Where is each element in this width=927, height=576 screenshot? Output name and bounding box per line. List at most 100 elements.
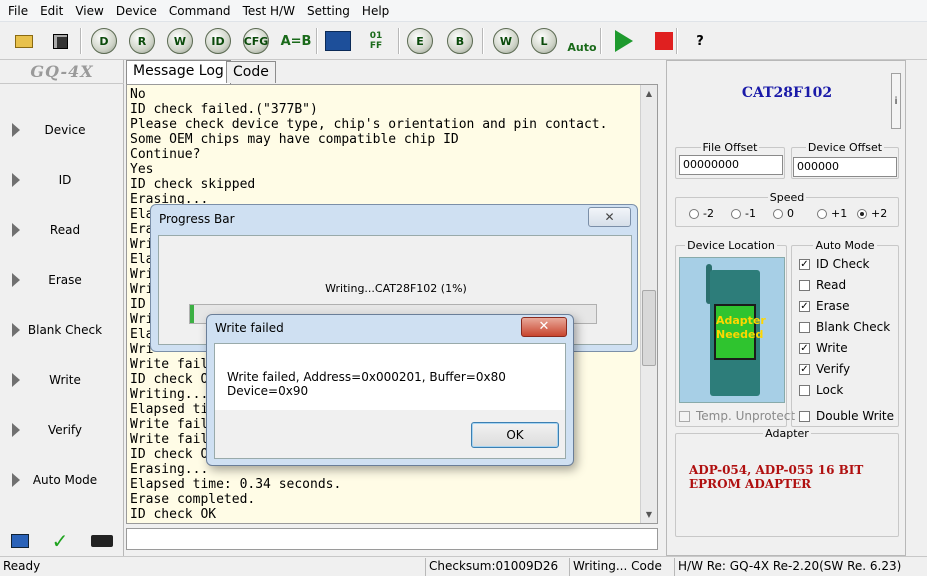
chip-name: CAT28F102 <box>741 85 833 101</box>
menu-view[interactable]: View <box>69 0 109 22</box>
left-item-id[interactable]: ID <box>0 160 124 200</box>
log-line: Please check device type, chip's orienta… <box>130 117 608 132</box>
adapter-badge: Adapter Needed <box>714 304 766 360</box>
speed-radio[interactable]: -1 <box>731 207 756 220</box>
progress-close-button[interactable]: ✕ <box>588 207 631 227</box>
auto-mode-checkbox[interactable]: ✓ ID Check <box>799 257 870 271</box>
menu-file[interactable]: File <box>2 0 34 22</box>
erase-icon[interactable]: E <box>404 26 436 56</box>
checkmark-icon: ✓ <box>51 529 69 553</box>
id-icon[interactable]: ID <box>202 26 234 56</box>
speed-radio[interactable]: +1 <box>817 207 847 220</box>
auto-mode-label: Lock <box>816 383 844 397</box>
left-item-write[interactable]: Write <box>0 360 124 400</box>
open-icon[interactable] <box>8 26 40 56</box>
left-panel: GQ-4X Device ID Read Erase Blank Check Write V… <box>0 60 124 556</box>
save-icon[interactable] <box>44 26 76 56</box>
log-line: ID check failed.("377B") <box>130 102 318 117</box>
write-failed-close-button[interactable]: ✕ <box>521 317 567 337</box>
run-icon[interactable] <box>608 26 640 56</box>
scroll-down-icon[interactable]: ▼ <box>641 506 657 523</box>
auto-mode-checkbox[interactable]: Blank Check <box>799 320 890 334</box>
left-item-verify[interactable]: Verify <box>0 410 124 450</box>
arrow-right-icon <box>12 473 20 487</box>
adapter-text-line2: EPROM ADAPTER <box>689 477 812 491</box>
info-button[interactable]: i <box>891 73 901 129</box>
auto-mode-checkbox[interactable]: Read <box>799 278 846 292</box>
close-icon: ✕ <box>604 210 615 224</box>
message-area: Write failed, Address=0x000201, Buffer=0… <box>215 344 565 410</box>
ab-icon[interactable]: A=B <box>280 26 312 56</box>
double-write-checkbox[interactable]: Double Write <box>799 409 894 423</box>
left-item-label: Auto Mode <box>32 473 98 487</box>
left-item-label: Device <box>44 123 86 137</box>
checkmark-icon: ✓ <box>799 363 810 375</box>
auto-mode-checkbox[interactable]: ✓ Write <box>799 341 848 355</box>
chip-icon <box>90 535 113 547</box>
auto-mode-label: Erase <box>816 299 850 313</box>
scroll-thumb[interactable] <box>642 290 656 366</box>
speed-radio[interactable]: +2 <box>857 207 887 220</box>
device-location-label: Device Location <box>687 239 775 252</box>
arrow-right-icon <box>12 373 20 387</box>
left-item-label: Write <box>49 373 81 387</box>
left-item-device[interactable]: Device <box>0 110 124 150</box>
device-offset-input[interactable]: 000000 <box>793 157 897 177</box>
log-scrollbar[interactable]: ▲ ▼ <box>640 85 657 523</box>
file-offset-input[interactable]: 00000000 <box>679 155 783 175</box>
log-line: ID check OK <box>130 507 217 522</box>
file-offset-label: File Offset <box>702 141 758 154</box>
write-failed-message: Write failed, Address=0x000201, Buffer=0… <box>227 370 506 398</box>
read-icon[interactable]: R <box>126 26 158 56</box>
tab-message-log[interactable]: Message Log <box>126 60 231 84</box>
toolbar-separator <box>80 28 82 54</box>
checkmark-icon: ✓ <box>799 342 810 354</box>
auto-mode-label: Read <box>816 278 847 292</box>
buffer-icon[interactable]: B <box>444 26 476 56</box>
speed-option-label: +2 <box>871 207 888 220</box>
auto-mode-checkbox[interactable]: ✓ Verify <box>799 362 850 376</box>
arrow-right-icon <box>12 123 20 137</box>
temp-unprotect-checkbox[interactable]: Temp. Unprotect <box>679 409 795 423</box>
speed-radio[interactable]: 0 <box>773 207 794 220</box>
device-location-image: Adapter Needed <box>679 257 785 403</box>
menu-test-h-w[interactable]: Test H/W <box>237 0 301 22</box>
calculator-icon[interactable] <box>322 26 354 56</box>
left-item-read[interactable]: Read <box>0 210 124 250</box>
radio-circle <box>773 208 783 219</box>
status-checksum: Checksum:01009D26 <box>425 558 567 576</box>
checkbox-empty <box>799 279 810 291</box>
menu-edit[interactable]: Edit <box>34 0 69 22</box>
tab-code[interactable]: Code <box>226 61 276 83</box>
device-offset-label: Device Offset <box>807 141 883 154</box>
ok-button[interactable]: OK <box>471 422 559 448</box>
left-item-auto-mode[interactable]: Auto Mode <box>0 460 124 500</box>
temp-unprotect-label: Temp. Unprotect <box>696 409 796 423</box>
menu-help[interactable]: Help <box>356 0 395 22</box>
status-bar: Ready Checksum:01009D26 Writing... Code … <box>0 556 927 576</box>
menu-device[interactable]: Device <box>110 0 163 22</box>
adapter-text: ADP-054, ADP-055 16 BIT EPROM ADAPTER <box>689 463 889 491</box>
auto-mode-checkbox[interactable]: Lock <box>799 383 843 397</box>
blank-check-icon[interactable]: 01 FF <box>360 26 392 56</box>
scroll-up-icon[interactable]: ▲ <box>641 85 657 102</box>
cfg-icon[interactable]: CFG <box>240 26 272 56</box>
speed-option-label: -2 <box>703 207 714 220</box>
menu-setting[interactable]: Setting <box>301 0 356 22</box>
write-config-icon[interactable]: W <box>490 26 522 56</box>
status-ready: Ready <box>3 559 41 573</box>
status-hw: H/W Re: GQ-4X Re-2.20(SW Re. 6.23) <box>674 558 914 576</box>
menu-command[interactable]: Command <box>163 0 237 22</box>
left-item-blank-check[interactable]: Blank Check <box>0 310 124 350</box>
command-input[interactable] <box>126 528 658 550</box>
write-icon[interactable]: W <box>164 26 196 56</box>
checkmark-icon: ✓ <box>799 300 810 312</box>
auto-icon[interactable]: Auto <box>566 26 598 56</box>
device-icon[interactable]: D <box>88 26 120 56</box>
left-item-erase[interactable]: Erase <box>0 260 124 300</box>
auto-mode-checkbox[interactable]: ✓ Erase <box>799 299 850 313</box>
adapter-text-line1: ADP-054, ADP-055 16 BIT <box>689 463 864 477</box>
lock-icon[interactable]: L <box>528 26 560 56</box>
speed-radio[interactable]: -2 <box>689 207 714 220</box>
help-icon[interactable]: ? <box>684 26 716 56</box>
